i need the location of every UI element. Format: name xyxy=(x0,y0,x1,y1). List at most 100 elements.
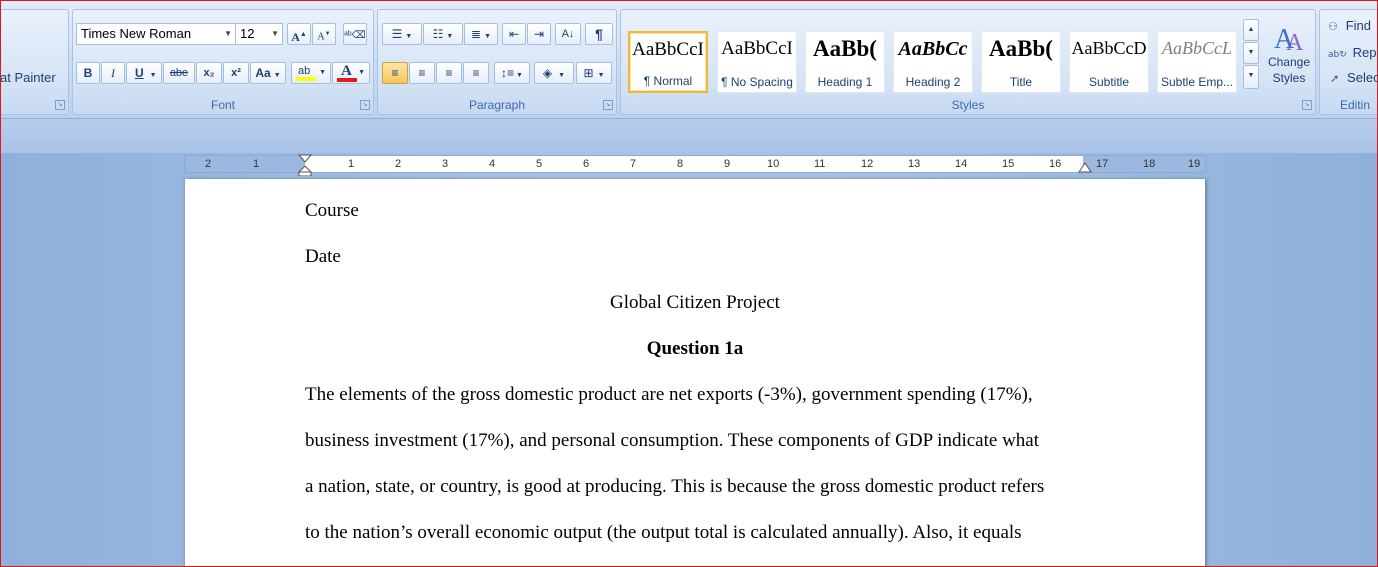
align-center-button[interactable]: ≡ xyxy=(409,62,435,84)
align-right-button[interactable]: ≡ xyxy=(436,62,462,84)
superscript-button[interactable]: x² xyxy=(223,62,249,84)
doc-line-date: Date xyxy=(305,246,341,267)
styles-group-label: Styles xyxy=(951,98,985,112)
shading-button[interactable]: ◈ ▼ xyxy=(534,62,574,84)
indent-marker-icon[interactable] xyxy=(298,154,312,176)
increase-indent-button[interactable]: ⇥ xyxy=(527,23,551,45)
borders-icon: ⊞ xyxy=(583,66,594,80)
style-tile-normal[interactable]: AaBbCcI ¶ Normal xyxy=(628,31,708,93)
underline-icon: U xyxy=(135,66,144,80)
subscript-button[interactable]: x₂ xyxy=(196,62,222,84)
paragraph-group: ☰ ▼ ☷ ▼ ≣ ▼ ⇤ ⇥ A↓ ¶ ≡ ≡ ≡ ≡ ↕≡ ▼ ◈ ▼ ⊞ ▼ Para… xyxy=(377,9,617,115)
highlight-color-bar xyxy=(296,77,316,81)
styles-launcher-icon[interactable]: ↘ xyxy=(1302,100,1312,110)
editing-group-label: Editin xyxy=(1340,98,1371,112)
doc-line-course: Course xyxy=(305,200,359,221)
format-painter-button[interactable]: at Painter xyxy=(1,70,56,85)
styles-scroll-down-button[interactable]: ▼ xyxy=(1243,42,1259,64)
style-tile-title[interactable]: AaBb( Title xyxy=(981,31,1061,93)
line-spacing-button[interactable]: ↕≡ ▼ xyxy=(494,62,530,84)
sort-button[interactable]: A↓ xyxy=(555,23,581,45)
style-tile-heading-2[interactable]: AaBbCc Heading 2 xyxy=(893,31,973,93)
document-page[interactable]: Course Date Global Citizen Project Quest… xyxy=(185,179,1205,566)
decrease-indent-button[interactable]: ⇤ xyxy=(502,23,526,45)
styles-scroll-up-button[interactable]: ▲ xyxy=(1243,19,1259,41)
select-label: Selec xyxy=(1347,70,1378,85)
clipboard-launcher-icon[interactable]: ↘ xyxy=(55,100,65,110)
show-marks-button[interactable]: ¶ xyxy=(585,23,613,45)
ruler-label: 10 xyxy=(767,158,780,170)
style-tile-no-spacing[interactable]: AaBbCcI ¶ No Spacing xyxy=(717,31,797,93)
justify-button[interactable]: ≡ xyxy=(463,62,489,84)
replace-icon: ab↻ xyxy=(1328,50,1347,60)
ruler-label: 13 xyxy=(908,158,921,170)
change-styles-button[interactable]: A A Change Styles xyxy=(1263,14,1315,98)
font-launcher-icon[interactable]: ↘ xyxy=(360,100,370,110)
superscript-icon: x² xyxy=(231,67,241,79)
clear-formatting-button[interactable]: ᵃᵇ⌫ xyxy=(343,23,367,45)
style-tile-subtle-emphasis[interactable]: AaBbCcL Subtle Emp... xyxy=(1157,31,1237,93)
style-sample: AaBbCcL xyxy=(1162,38,1232,58)
align-left-icon: ≡ xyxy=(391,66,399,80)
replace-button[interactable]: ab↻ Repl xyxy=(1328,45,1377,60)
strikethrough-icon: abe xyxy=(169,67,189,79)
strikethrough-button[interactable]: abe xyxy=(163,62,195,84)
change-case-button[interactable]: Aa ▼ xyxy=(250,62,286,84)
change-styles-icon: A A xyxy=(1274,24,1304,54)
select-button[interactable]: ➚ Selec xyxy=(1330,70,1378,85)
ruler-label: 1 xyxy=(348,158,355,170)
ruler-label: 6 xyxy=(583,158,590,170)
increase-indent-icon: ⇥ xyxy=(533,27,545,41)
numbering-button[interactable]: ☷ ▼ xyxy=(423,23,463,45)
chevron-down-icon: ▼ xyxy=(149,72,157,79)
more-icon: ▼ xyxy=(1247,72,1255,79)
font-color-button[interactable]: A ▼ xyxy=(332,62,370,84)
align-left-button[interactable]: ≡ xyxy=(382,62,408,84)
bold-icon: B xyxy=(83,66,93,80)
borders-button[interactable]: ⊞ ▼ xyxy=(576,62,612,84)
italic-button[interactable]: I xyxy=(101,62,125,84)
shrink-font-button[interactable]: A▼ xyxy=(312,23,336,45)
paint-bucket-icon: ◈ xyxy=(542,66,553,80)
chevron-down-icon: ▼ xyxy=(597,72,605,79)
style-sample: AaBb( xyxy=(989,36,1053,61)
style-tile-heading-1[interactable]: AaBb( Heading 1 xyxy=(805,31,885,93)
numbering-icon: ☷ xyxy=(432,27,444,41)
font-group: Times New Roman ▼ 12 ▼ A▲ A▼ ᵃᵇ⌫ B I U ▼ … xyxy=(72,9,374,115)
font-size-combo[interactable]: 12 ▼ xyxy=(235,23,283,45)
chevron-down-icon: ▼ xyxy=(484,33,491,40)
ruler-label: 8 xyxy=(677,158,684,170)
style-sample: AaBbCcI xyxy=(632,39,704,60)
ruler-label: 19 xyxy=(1188,158,1201,170)
change-styles-label: Change Styles xyxy=(1267,55,1311,85)
ruler-label: 18 xyxy=(1143,158,1156,170)
right-indent-marker-icon[interactable] xyxy=(1078,162,1092,174)
binoculars-icon: ⚇ xyxy=(1328,20,1338,33)
styles-more-button[interactable]: ▼ xyxy=(1243,65,1259,89)
horizontal-ruler[interactable]: 2 1 1 2 3 4 5 6 7 8 9 10 11 12 13 14 15 … xyxy=(184,154,1206,176)
style-sample: AaBb( xyxy=(813,36,877,61)
style-sample: AaBbCc xyxy=(898,38,968,60)
find-label: Find xyxy=(1345,18,1371,33)
style-sample: AaBbCcI xyxy=(721,38,793,59)
font-name-value: Times New Roman xyxy=(81,26,192,41)
bullets-button[interactable]: ☰ ▼ xyxy=(382,23,422,45)
grow-font-button[interactable]: A▲ xyxy=(287,23,311,45)
paragraph-launcher-icon[interactable]: ↘ xyxy=(603,100,613,110)
font-group-label: Font xyxy=(210,98,235,112)
ribbon-bottom-band xyxy=(1,119,1377,153)
highlight-button[interactable]: ab ▼ xyxy=(291,62,331,84)
doc-title: Global Citizen Project xyxy=(610,292,780,313)
doc-paragraph-line: business investment (17%), and personal … xyxy=(305,430,1040,451)
font-size-value: 12 xyxy=(240,26,255,41)
clear-formatting-icon: ᵃᵇ⌫ xyxy=(344,30,366,41)
ruler-label: 9 xyxy=(724,158,731,170)
font-name-combo[interactable]: Times New Roman ▼ xyxy=(76,23,236,45)
doc-heading: Question 1a xyxy=(646,338,744,359)
underline-button[interactable]: U ▼ xyxy=(126,62,162,84)
find-button[interactable]: ⚇ Find xyxy=(1328,18,1371,33)
bold-button[interactable]: B xyxy=(76,62,100,84)
multilevel-list-button[interactable]: ≣ ▼ xyxy=(464,23,498,45)
line-spacing-icon: ↕≡ xyxy=(501,66,515,80)
style-tile-subtitle[interactable]: AaBbCcD Subtitle xyxy=(1069,31,1149,93)
